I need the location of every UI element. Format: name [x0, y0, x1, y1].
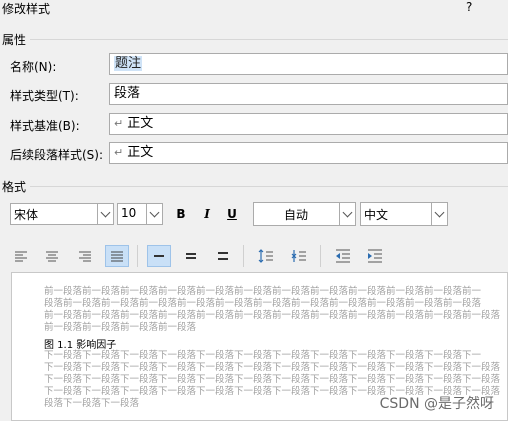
- paragraph-mark-icon: ↵: [114, 117, 124, 130]
- increase-indent-icon: [368, 249, 382, 263]
- underline-button[interactable]: U: [224, 207, 240, 221]
- style-name-value: 题注: [114, 56, 143, 71]
- decrease-indent-button[interactable]: [331, 245, 355, 267]
- next-style-select[interactable]: ↵ 正文: [109, 142, 508, 164]
- align-center-icon: [46, 251, 58, 262]
- align-right-icon: [79, 251, 91, 262]
- properties-section-label: 属性: [2, 33, 27, 47]
- preview-next-paragraph-line: 下一段落下一段落下一段落下一段落下一段落下一段落下一段落下一段落下一段落下一段落…: [44, 374, 501, 385]
- justify-icon: [111, 251, 123, 262]
- font-family-value: 宋体: [14, 208, 39, 222]
- paragraph-spacing-decrease-icon: [291, 250, 306, 262]
- dialog-title: 修改样式: [2, 2, 51, 16]
- style-type-select[interactable]: 段落: [109, 83, 508, 105]
- align-left-button[interactable]: [9, 245, 33, 267]
- italic-button[interactable]: I: [199, 207, 215, 221]
- format-section-label: 格式: [2, 180, 27, 194]
- align-left-icon: [15, 251, 27, 262]
- preview-prev-paragraph-line: 前一段落前一段落前一段落前一段落: [44, 322, 197, 333]
- preview-prev-paragraph-line: 前一段落前一段落前一段落前一段落前一段落前一段落前一段落前一段落前一段落前一段落…: [44, 286, 482, 297]
- increase-indent-button[interactable]: [363, 245, 387, 267]
- language-select[interactable]: 中文: [360, 202, 448, 226]
- preview-next-paragraph-line: 下一段落下一段落下一段落下一段落下一段落下一段落下一段落下一段落下一段落下一段落…: [44, 350, 482, 361]
- properties-divider: [30, 39, 508, 40]
- font-color-select[interactable]: 自动: [253, 202, 356, 226]
- font-size-value: 10: [121, 206, 137, 220]
- chevron-down-icon[interactable]: [339, 203, 355, 225]
- increase-paragraph-spacing-button[interactable]: [254, 245, 278, 267]
- preview-next-paragraph-line: 下一段落下一段落下一段落下一段落下一段落下一段落下一段落下一段落下一段落下一段落…: [44, 362, 501, 373]
- decrease-paragraph-spacing-button[interactable]: [287, 245, 311, 267]
- chevron-down-icon[interactable]: [97, 204, 113, 224]
- justify-button[interactable]: [105, 245, 129, 267]
- based-on-label: 样式基准(B):: [10, 119, 80, 133]
- watermark: CSDN @是子然呀: [379, 396, 494, 412]
- preview-next-paragraph-line: 段落下一段落下一段落: [44, 398, 140, 409]
- preview-prev-paragraph-line: 段落前一段落前一段落前一段落前一段落前一段落前一段落前一段落前一段落前一段落前一…: [44, 298, 482, 309]
- paragraph-spacing-increase-icon: [258, 249, 273, 263]
- align-right-button[interactable]: [73, 245, 97, 267]
- one-half-spacing-icon: [186, 253, 196, 259]
- toolbar-divider: [137, 245, 138, 267]
- toolbar-divider: [243, 245, 244, 267]
- chevron-down-icon[interactable]: [431, 203, 447, 225]
- style-name-input[interactable]: 题注: [109, 53, 508, 75]
- font-color-value: 自动: [284, 208, 309, 222]
- one-half-spacing-button[interactable]: [179, 245, 203, 267]
- style-type-value: 段落: [114, 86, 141, 101]
- font-size-select[interactable]: 10: [117, 203, 163, 225]
- bold-button[interactable]: B: [173, 207, 189, 221]
- next-style-value: 正文: [127, 145, 154, 160]
- preview-caption: 图 1.1 影响因子: [44, 340, 117, 351]
- single-spacing-icon: [154, 255, 164, 257]
- style-type-label: 样式类型(T):: [10, 89, 79, 103]
- font-family-select[interactable]: 宋体: [10, 203, 114, 225]
- toolbar-divider: [320, 245, 321, 267]
- single-spacing-button[interactable]: [147, 245, 171, 267]
- double-spacing-icon: [218, 252, 228, 260]
- chevron-down-icon[interactable]: [146, 204, 162, 224]
- decrease-indent-icon: [336, 249, 350, 263]
- preview-prev-paragraph-line: 前一段落前一段落前一段落前一段落前一段落前一段落前一段落前一段落前一段落前一段落…: [44, 310, 501, 321]
- style-name-label: 名称(N):: [10, 60, 57, 74]
- title-bar: 修改样式 ?: [0, 0, 508, 16]
- align-center-button[interactable]: [40, 245, 64, 267]
- based-on-value: 正文: [127, 116, 154, 131]
- double-spacing-button[interactable]: [211, 245, 235, 267]
- format-divider: [30, 186, 508, 187]
- next-style-label: 后续段落样式(S):: [10, 148, 104, 162]
- language-value: 中文: [364, 208, 389, 222]
- paragraph-mark-icon: ↵: [114, 146, 124, 159]
- help-button[interactable]: ?: [466, 0, 472, 14]
- based-on-select[interactable]: ↵ 正文: [109, 113, 508, 135]
